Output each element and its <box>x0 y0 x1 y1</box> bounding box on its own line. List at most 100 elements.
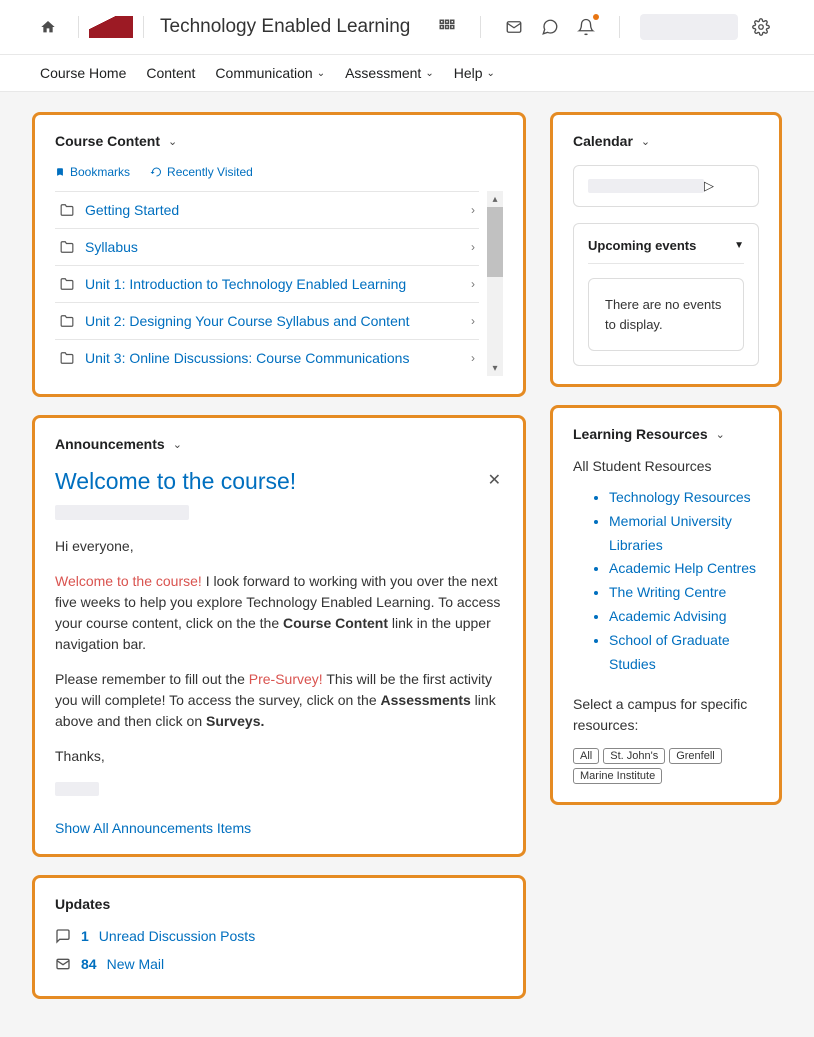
chevron-right-icon: › <box>471 240 475 254</box>
content-link: Unit 2: Designing Your Course Syllabus a… <box>85 313 471 329</box>
divider <box>143 16 144 38</box>
memorial-logo[interactable] <box>89 16 133 38</box>
next-month-icon[interactable]: ▷ <box>704 178 714 194</box>
folder-icon <box>59 203 75 217</box>
campus-pill-all[interactable]: All <box>573 748 599 764</box>
chevron-right-icon: › <box>471 314 475 328</box>
folder-icon <box>59 277 75 291</box>
content-link: Unit 3: Online Discussions: Course Commu… <box>85 350 471 366</box>
nav-label: Communication <box>215 65 312 81</box>
update-label: Unread Discussion Posts <box>99 928 255 944</box>
campus-label: Select a campus for specific resources: <box>573 694 759 736</box>
signature-placeholder <box>55 782 99 796</box>
campus-pill-marine[interactable]: Marine Institute <box>573 768 662 784</box>
nav-label: Content <box>146 65 195 81</box>
discussion-icon <box>55 928 71 944</box>
recently-visited-label: Recently Visited <box>167 165 253 179</box>
chevron-down-icon[interactable]: ⌄ <box>173 438 182 451</box>
campus-pills: All St. John's Grenfell Marine Institute <box>573 748 759 784</box>
scroll-down-button[interactable]: ▾ <box>487 360 503 376</box>
bell-icon[interactable] <box>573 14 599 40</box>
dropdown-icon[interactable]: ▼ <box>734 240 744 251</box>
chat-icon[interactable] <box>537 14 563 40</box>
chevron-down-icon[interactable]: ⌄ <box>641 135 650 148</box>
chevron-right-icon: › <box>471 351 475 365</box>
nav-content[interactable]: Content <box>146 65 195 81</box>
campus-pill-stjohns[interactable]: St. John's <box>603 748 665 764</box>
upcoming-title: Upcoming events <box>588 238 696 253</box>
resource-link[interactable]: The Writing Centre <box>609 581 759 605</box>
nav-label: Help <box>454 65 483 81</box>
nav-communication[interactable]: Communication ⌄ <box>215 65 325 81</box>
nav-help[interactable]: Help⌄ <box>454 65 495 81</box>
content-item-unit1[interactable]: Unit 1: Introduction to Technology Enabl… <box>55 266 479 303</box>
greeting: Hi everyone, <box>55 536 503 557</box>
close-icon[interactable]: ✕ <box>486 468 503 492</box>
bookmark-icon <box>55 166 65 178</box>
content-item-getting-started[interactable]: Getting Started › <box>55 191 479 229</box>
topbar: Technology Enabled Learning <box>0 0 814 55</box>
gear-icon[interactable] <box>748 14 774 40</box>
announcement-meta-placeholder <box>55 505 189 520</box>
mail-icon <box>55 956 71 972</box>
chevron-down-icon[interactable]: ⌄ <box>716 428 725 441</box>
resource-link[interactable]: Technology Resources <box>609 486 759 510</box>
campus-pill-grenfell[interactable]: Grenfell <box>669 748 722 764</box>
intro-paragraph: Welcome to the course! I look forward to… <box>55 571 503 655</box>
calendar-widget: Calendar ⌄ ▷ Upcoming events ▼ There are… <box>550 112 782 387</box>
content-link: Getting Started <box>85 202 471 218</box>
content-link: Syllabus <box>85 239 471 255</box>
nav-label: Course Home <box>40 65 126 81</box>
widget-title: Course Content <box>55 133 160 149</box>
chevron-right-icon: › <box>471 277 475 291</box>
resource-link[interactable]: School of Graduate Studies <box>609 629 759 677</box>
bookmarks-link[interactable]: Bookmarks <box>55 165 130 179</box>
apps-icon[interactable] <box>434 14 460 40</box>
content-item-unit2[interactable]: Unit 2: Designing Your Course Syllabus a… <box>55 303 479 340</box>
highlight-text: Welcome to the course! <box>55 573 202 589</box>
updates-widget: Updates 1 Unread Discussion Posts 84 New… <box>32 875 526 999</box>
resource-link[interactable]: Academic Help Centres <box>609 557 759 581</box>
scrollbar[interactable]: ▴ ▾ <box>487 191 503 376</box>
bookmarks-label: Bookmarks <box>70 165 130 179</box>
highlight-text: Pre-Survey! <box>249 671 323 687</box>
content-item-syllabus[interactable]: Syllabus › <box>55 229 479 266</box>
calendar-month-selector: ▷ <box>573 165 759 207</box>
update-mail[interactable]: 84 New Mail <box>55 950 503 978</box>
nav-course-home[interactable]: Course Home <box>40 65 126 81</box>
scroll-thumb[interactable] <box>487 207 503 277</box>
recently-visited-link[interactable]: Recently Visited <box>150 165 253 179</box>
divider <box>78 16 79 38</box>
mail-icon[interactable] <box>501 14 527 40</box>
thanks: Thanks, <box>55 746 503 767</box>
chevron-right-icon: › <box>471 203 475 217</box>
month-placeholder <box>588 179 704 193</box>
learning-resources-widget: Learning Resources ⌄ All Student Resourc… <box>550 405 782 805</box>
home-icon[interactable] <box>40 19 56 35</box>
resource-link[interactable]: Memorial University Libraries <box>609 510 759 558</box>
chevron-down-icon[interactable]: ⌄ <box>168 135 177 148</box>
nav-label: Assessment <box>345 65 421 81</box>
navbar: Course Home Content Communication ⌄ Asses… <box>0 55 814 92</box>
update-count: 1 <box>81 928 89 944</box>
resource-link[interactable]: Academic Advising <box>609 605 759 629</box>
course-content-widget: Course Content ⌄ Bookmarks Recently Visi… <box>32 112 526 397</box>
content-item-unit3[interactable]: Unit 3: Online Discussions: Course Commu… <box>55 340 479 376</box>
notification-dot <box>593 14 599 20</box>
update-discussion[interactable]: 1 Unread Discussion Posts <box>55 922 503 950</box>
announcement-title[interactable]: Welcome to the course! <box>55 468 486 495</box>
scroll-up-button[interactable]: ▴ <box>487 191 503 207</box>
announcements-widget: Announcements ⌄ Welcome to the course! ✕… <box>32 415 526 857</box>
divider <box>619 16 620 38</box>
widget-title: Announcements <box>55 436 165 452</box>
update-label: New Mail <box>107 956 165 972</box>
chevron-down-icon: ⌄ <box>317 68 325 79</box>
survey-paragraph: Please remember to fill out the Pre-Surv… <box>55 669 503 732</box>
show-all-announcements-link[interactable]: Show All Announcements Items <box>55 820 503 836</box>
widget-title: Calendar <box>573 133 633 149</box>
update-count: 84 <box>81 956 97 972</box>
content-link: Unit 1: Introduction to Technology Enabl… <box>85 276 471 292</box>
profile-placeholder[interactable] <box>640 14 738 40</box>
folder-icon <box>59 314 75 328</box>
nav-assessment[interactable]: Assessment⌄ <box>345 65 434 81</box>
